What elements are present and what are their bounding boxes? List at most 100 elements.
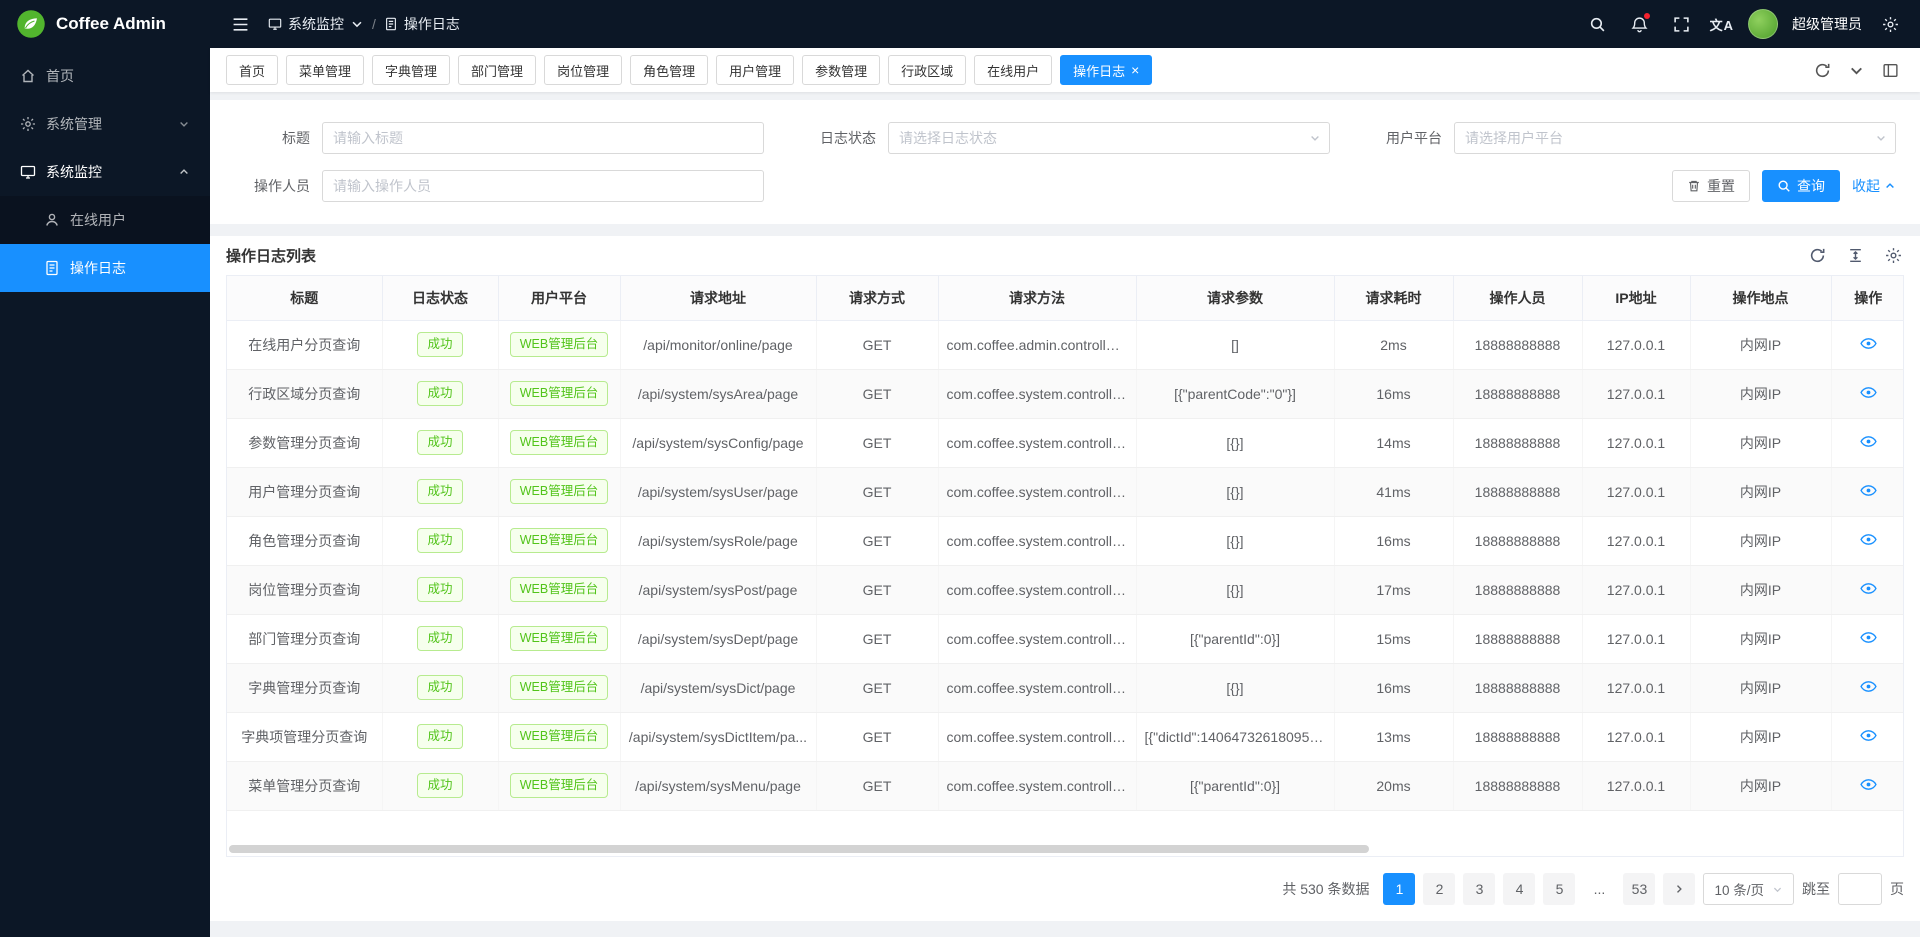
cell-status: 成功 [382, 712, 498, 761]
column-header: 标题 [227, 276, 382, 320]
cell-request-params: [{"dictId":140647326180950... [1136, 712, 1334, 761]
tab[interactable]: 行政区域 × [888, 55, 966, 85]
cell-request-url: /api/system/sysPost/page [620, 565, 816, 614]
tab[interactable]: 首页 × [226, 55, 278, 85]
chevron-right-icon [1673, 883, 1685, 895]
horizontal-scrollbar[interactable] [229, 845, 1369, 853]
tab[interactable]: 用户管理 × [716, 55, 794, 85]
collapse-sidebar-icon[interactable] [226, 10, 254, 38]
content-fullscreen-icon[interactable] [1876, 56, 1904, 84]
view-detail-eye-icon[interactable] [1860, 531, 1877, 548]
view-detail-eye-icon[interactable] [1860, 629, 1877, 646]
cell-operator: 18888888888 [1453, 418, 1582, 467]
avatar[interactable] [1748, 9, 1778, 39]
page-button[interactable]: ... [1583, 873, 1615, 905]
view-detail-eye-icon[interactable] [1860, 727, 1877, 744]
sidebar-item-system-management[interactable]: 系统管理 [0, 100, 210, 148]
operator-input[interactable] [322, 170, 764, 202]
page-button[interactable]: 4 [1503, 873, 1535, 905]
cell-platform: WEB管理后台 [498, 418, 620, 467]
tab[interactable]: 菜单管理 × [286, 55, 364, 85]
search-icon[interactable] [1584, 10, 1612, 38]
reset-button[interactable]: 重置 [1672, 170, 1750, 202]
view-detail-eye-icon[interactable] [1860, 580, 1877, 597]
tab[interactable]: 参数管理 × [802, 55, 880, 85]
cell-duration: 20ms [1334, 761, 1453, 810]
view-detail-eye-icon[interactable] [1860, 335, 1877, 352]
breadcrumb-label: 操作日志 [404, 14, 460, 34]
view-detail-eye-icon[interactable] [1860, 482, 1877, 499]
search-icon [1777, 179, 1791, 193]
view-detail-eye-icon[interactable] [1860, 433, 1877, 450]
cell-location: 内网IP [1690, 418, 1831, 467]
refresh-table-icon[interactable] [1806, 245, 1828, 267]
cell-status: 成功 [382, 516, 498, 565]
cell-title: 菜单管理分页查询 [227, 761, 382, 810]
platform-tag: WEB管理后台 [510, 528, 608, 553]
user-name[interactable]: 超级管理员 [1792, 14, 1862, 34]
tab-label: 操作日志 [1073, 61, 1125, 80]
trash-icon [1687, 179, 1701, 193]
tab-label: 用户管理 [729, 61, 781, 80]
sidebar-menu: 首页 系统管理 系统监控 在线用户 操作日志 [0, 48, 210, 292]
column-settings-gear-icon[interactable] [1882, 245, 1904, 267]
page-button[interactable]: 3 [1463, 873, 1495, 905]
cell-request-function: com.coffee.system.controlle... [938, 614, 1136, 663]
tab[interactable]: 角色管理 × [630, 55, 708, 85]
cell-platform: WEB管理后台 [498, 712, 620, 761]
tab[interactable]: 在线用户 × [974, 55, 1052, 85]
sidebar-item-system-monitor[interactable]: 系统监控 [0, 148, 210, 196]
status-tag: 成功 [417, 479, 462, 504]
page-button[interactable]: 1 [1383, 873, 1415, 905]
tab[interactable]: 部门管理 × [458, 55, 536, 85]
cell-ip: 127.0.0.1 [1582, 516, 1690, 565]
cell-request-function: com.coffee.system.controlle... [938, 467, 1136, 516]
page-button[interactable]: 2 [1423, 873, 1455, 905]
cell-request-url: /api/system/sysConfig/page [620, 418, 816, 467]
cell-request-url: /api/system/sysDictItem/pa... [620, 712, 816, 761]
app-logo[interactable]: Coffee Admin [0, 0, 210, 48]
next-page-button[interactable] [1663, 873, 1695, 905]
page-size-select[interactable]: 10 条/页 [1703, 873, 1794, 905]
breadcrumb-item-operation-log[interactable]: 操作日志 [384, 14, 460, 34]
tab[interactable]: 岗位管理 × [544, 55, 622, 85]
translate-icon[interactable]: 文A [1710, 15, 1734, 34]
page-button[interactable]: 5 [1543, 873, 1575, 905]
title-input[interactable] [322, 122, 764, 154]
cell-ip: 127.0.0.1 [1582, 369, 1690, 418]
tab[interactable]: 操作日志 × [1060, 55, 1152, 85]
search-button[interactable]: 查询 [1762, 170, 1840, 202]
density-icon[interactable] [1844, 245, 1866, 267]
sidebar-item-online-users[interactable]: 在线用户 [0, 196, 210, 244]
cell-request-method: GET [816, 565, 938, 614]
column-header: IP地址 [1582, 276, 1690, 320]
collapse-filter-button[interactable]: 收起 [1852, 176, 1896, 196]
fullscreen-icon[interactable] [1668, 10, 1696, 38]
cell-location: 内网IP [1690, 516, 1831, 565]
status-select[interactable] [888, 122, 1330, 154]
cell-request-method: GET [816, 516, 938, 565]
view-detail-eye-icon[interactable] [1860, 678, 1877, 695]
sidebar-item-home[interactable]: 首页 [0, 52, 210, 100]
cell-request-function: com.coffee.system.controlle... [938, 761, 1136, 810]
view-detail-eye-icon[interactable] [1860, 776, 1877, 793]
settings-gear-icon[interactable] [1876, 10, 1904, 38]
cell-title: 角色管理分页查询 [227, 516, 382, 565]
platform-select[interactable] [1454, 122, 1896, 154]
sidebar-item-operation-log[interactable]: 操作日志 [0, 244, 210, 292]
column-header: 操作 [1831, 276, 1904, 320]
sidebar-submenu-system-monitor: 在线用户 操作日志 [0, 196, 210, 292]
notification-badge [1644, 13, 1650, 19]
notifications-button[interactable] [1626, 10, 1654, 38]
tab-close-icon[interactable]: × [1131, 63, 1139, 77]
refresh-tab-icon[interactable] [1808, 56, 1836, 84]
view-detail-eye-icon[interactable] [1860, 384, 1877, 401]
tab[interactable]: 字典管理 × [372, 55, 450, 85]
breadcrumb-item-system-monitor[interactable]: 系统监控 [268, 14, 364, 34]
cell-operator: 18888888888 [1453, 369, 1582, 418]
tabs-menu-chevron-icon[interactable] [1842, 56, 1870, 84]
page-button[interactable]: 53 [1623, 873, 1655, 905]
jump-page-input[interactable] [1838, 873, 1882, 905]
platform-label: 用户平台 [1358, 128, 1454, 148]
cell-ip: 127.0.0.1 [1582, 663, 1690, 712]
